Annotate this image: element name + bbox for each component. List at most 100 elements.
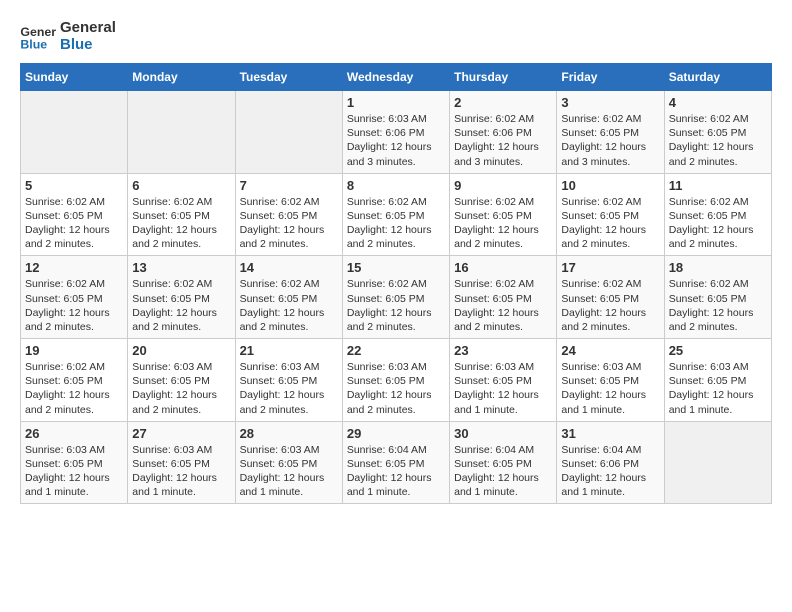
calendar-cell: 7 Sunrise: 6:02 AM Sunset: 6:05 PM Daylig… xyxy=(235,173,342,256)
weekday-header-saturday: Saturday xyxy=(664,64,771,91)
logo: General Blue General Blue xyxy=(20,20,116,53)
day-number: 31 xyxy=(561,426,659,441)
calendar-cell: 13 Sunrise: 6:02 AM Sunset: 6:05 PM Dayli… xyxy=(128,256,235,339)
calendar-cell: 11 Sunrise: 6:02 AM Sunset: 6:05 PM Dayli… xyxy=(664,173,771,256)
calendar-week-row: 26 Sunrise: 6:03 AM Sunset: 6:05 PM Dayli… xyxy=(21,421,772,504)
day-number: 11 xyxy=(669,178,767,193)
day-number: 24 xyxy=(561,343,659,358)
day-info: Sunrise: 6:02 AM Sunset: 6:05 PM Dayligh… xyxy=(25,195,123,252)
calendar-week-row: 12 Sunrise: 6:02 AM Sunset: 6:05 PM Dayli… xyxy=(21,256,772,339)
day-info: Sunrise: 6:02 AM Sunset: 6:05 PM Dayligh… xyxy=(347,195,445,252)
day-info: Sunrise: 6:03 AM Sunset: 6:05 PM Dayligh… xyxy=(132,360,230,417)
day-number: 13 xyxy=(132,260,230,275)
day-info: Sunrise: 6:02 AM Sunset: 6:05 PM Dayligh… xyxy=(561,112,659,169)
calendar-cell: 1Sunrise: 6:03 AM Sunset: 6:06 PM Daylig… xyxy=(342,91,449,174)
day-number: 15 xyxy=(347,260,445,275)
calendar-cell: 29Sunrise: 6:04 AM Sunset: 6:05 PM Dayli… xyxy=(342,421,449,504)
calendar-cell xyxy=(235,91,342,174)
day-number: 30 xyxy=(454,426,552,441)
calendar-cell xyxy=(664,421,771,504)
day-number: 12 xyxy=(25,260,123,275)
calendar-cell: 3 Sunrise: 6:02 AM Sunset: 6:05 PM Daylig… xyxy=(557,91,664,174)
day-info: Sunrise: 6:04 AM Sunset: 6:05 PM Dayligh… xyxy=(347,443,445,500)
day-info: Sunrise: 6:02 AM Sunset: 6:05 PM Dayligh… xyxy=(132,277,230,334)
logo-name-general: General xyxy=(60,20,116,37)
calendar-cell: 14 Sunrise: 6:02 AM Sunset: 6:05 PM Dayli… xyxy=(235,256,342,339)
weekday-header-row: SundayMondayTuesdayWednesdayThursdayFrid… xyxy=(21,64,772,91)
calendar-cell: 10 Sunrise: 6:02 AM Sunset: 6:05 PM Dayli… xyxy=(557,173,664,256)
day-number: 25 xyxy=(669,343,767,358)
calendar-cell: 2Sunrise: 6:02 AM Sunset: 6:06 PM Daylig… xyxy=(450,91,557,174)
day-info: Sunrise: 6:02 AM Sunset: 6:05 PM Dayligh… xyxy=(669,277,767,334)
day-number: 21 xyxy=(240,343,338,358)
day-number: 20 xyxy=(132,343,230,358)
calendar-week-row: 5Sunrise: 6:02 AM Sunset: 6:05 PM Daylig… xyxy=(21,173,772,256)
calendar-week-row: 19 Sunrise: 6:02 AM Sunset: 6:05 PM Dayli… xyxy=(21,339,772,422)
day-number: 14 xyxy=(240,260,338,275)
calendar-cell: 24 Sunrise: 6:03 AM Sunset: 6:05 PM Dayli… xyxy=(557,339,664,422)
calendar-cell: 15 Sunrise: 6:02 AM Sunset: 6:05 PM Dayli… xyxy=(342,256,449,339)
day-info: Sunrise: 6:02 AM Sunset: 6:05 PM Dayligh… xyxy=(347,277,445,334)
day-info: Sunrise: 6:02 AM Sunset: 6:05 PM Dayligh… xyxy=(240,195,338,252)
calendar-cell: 8Sunrise: 6:02 AM Sunset: 6:05 PM Daylig… xyxy=(342,173,449,256)
weekday-header-thursday: Thursday xyxy=(450,64,557,91)
day-info: Sunrise: 6:03 AM Sunset: 6:05 PM Dayligh… xyxy=(240,360,338,417)
day-info: Sunrise: 6:03 AM Sunset: 6:05 PM Dayligh… xyxy=(454,360,552,417)
day-info: Sunrise: 6:03 AM Sunset: 6:05 PM Dayligh… xyxy=(561,360,659,417)
day-number: 23 xyxy=(454,343,552,358)
calendar-table: SundayMondayTuesdayWednesdayThursdayFrid… xyxy=(20,63,772,504)
calendar-cell: 26Sunrise: 6:03 AM Sunset: 6:05 PM Dayli… xyxy=(21,421,128,504)
day-number: 17 xyxy=(561,260,659,275)
calendar-cell: 12 Sunrise: 6:02 AM Sunset: 6:05 PM Dayli… xyxy=(21,256,128,339)
day-info: Sunrise: 6:02 AM Sunset: 6:06 PM Dayligh… xyxy=(454,112,552,169)
logo-icon: General Blue xyxy=(20,22,56,52)
day-number: 4 xyxy=(669,95,767,110)
calendar-cell: 31 Sunrise: 6:04 AM Sunset: 6:06 PM Dayli… xyxy=(557,421,664,504)
calendar-cell: 28Sunrise: 6:03 AM Sunset: 6:05 PM Dayli… xyxy=(235,421,342,504)
calendar-cell: 18 Sunrise: 6:02 AM Sunset: 6:05 PM Dayli… xyxy=(664,256,771,339)
page-header: General Blue General Blue xyxy=(20,20,772,53)
weekday-header-wednesday: Wednesday xyxy=(342,64,449,91)
day-info: Sunrise: 6:02 AM Sunset: 6:05 PM Dayligh… xyxy=(561,277,659,334)
weekday-header-friday: Friday xyxy=(557,64,664,91)
calendar-cell: 5Sunrise: 6:02 AM Sunset: 6:05 PM Daylig… xyxy=(21,173,128,256)
weekday-header-tuesday: Tuesday xyxy=(235,64,342,91)
day-info: Sunrise: 6:02 AM Sunset: 6:05 PM Dayligh… xyxy=(454,195,552,252)
day-number: 22 xyxy=(347,343,445,358)
calendar-cell: 17 Sunrise: 6:02 AM Sunset: 6:05 PM Dayli… xyxy=(557,256,664,339)
day-number: 27 xyxy=(132,426,230,441)
day-info: Sunrise: 6:02 AM Sunset: 6:05 PM Dayligh… xyxy=(669,112,767,169)
day-number: 26 xyxy=(25,426,123,441)
day-number: 9 xyxy=(454,178,552,193)
day-number: 10 xyxy=(561,178,659,193)
day-info: Sunrise: 6:04 AM Sunset: 6:06 PM Dayligh… xyxy=(561,443,659,500)
calendar-cell xyxy=(128,91,235,174)
day-info: Sunrise: 6:02 AM Sunset: 6:05 PM Dayligh… xyxy=(25,360,123,417)
day-info: Sunrise: 6:02 AM Sunset: 6:05 PM Dayligh… xyxy=(240,277,338,334)
day-info: Sunrise: 6:02 AM Sunset: 6:05 PM Dayligh… xyxy=(669,195,767,252)
weekday-header-monday: Monday xyxy=(128,64,235,91)
weekday-header-sunday: Sunday xyxy=(21,64,128,91)
day-number: 28 xyxy=(240,426,338,441)
day-info: Sunrise: 6:02 AM Sunset: 6:05 PM Dayligh… xyxy=(454,277,552,334)
calendar-week-row: 1Sunrise: 6:03 AM Sunset: 6:06 PM Daylig… xyxy=(21,91,772,174)
day-info: Sunrise: 6:02 AM Sunset: 6:05 PM Dayligh… xyxy=(561,195,659,252)
day-info: Sunrise: 6:02 AM Sunset: 6:05 PM Dayligh… xyxy=(25,277,123,334)
day-info: Sunrise: 6:03 AM Sunset: 6:05 PM Dayligh… xyxy=(132,443,230,500)
svg-text:Blue: Blue xyxy=(20,37,47,51)
calendar-cell: 25Sunrise: 6:03 AM Sunset: 6:05 PM Dayli… xyxy=(664,339,771,422)
day-number: 3 xyxy=(561,95,659,110)
calendar-cell: 4 Sunrise: 6:02 AM Sunset: 6:05 PM Daylig… xyxy=(664,91,771,174)
calendar-cell: 22Sunrise: 6:03 AM Sunset: 6:05 PM Dayli… xyxy=(342,339,449,422)
day-number: 7 xyxy=(240,178,338,193)
calendar-cell: 20 Sunrise: 6:03 AM Sunset: 6:05 PM Dayli… xyxy=(128,339,235,422)
day-number: 19 xyxy=(25,343,123,358)
calendar-cell xyxy=(21,91,128,174)
calendar-cell: 6Sunrise: 6:02 AM Sunset: 6:05 PM Daylig… xyxy=(128,173,235,256)
logo-name-blue: Blue xyxy=(60,37,116,54)
day-number: 18 xyxy=(669,260,767,275)
day-info: Sunrise: 6:04 AM Sunset: 6:05 PM Dayligh… xyxy=(454,443,552,500)
calendar-cell: 21 Sunrise: 6:03 AM Sunset: 6:05 PM Dayli… xyxy=(235,339,342,422)
calendar-cell: 27 Sunrise: 6:03 AM Sunset: 6:05 PM Dayli… xyxy=(128,421,235,504)
day-number: 6 xyxy=(132,178,230,193)
